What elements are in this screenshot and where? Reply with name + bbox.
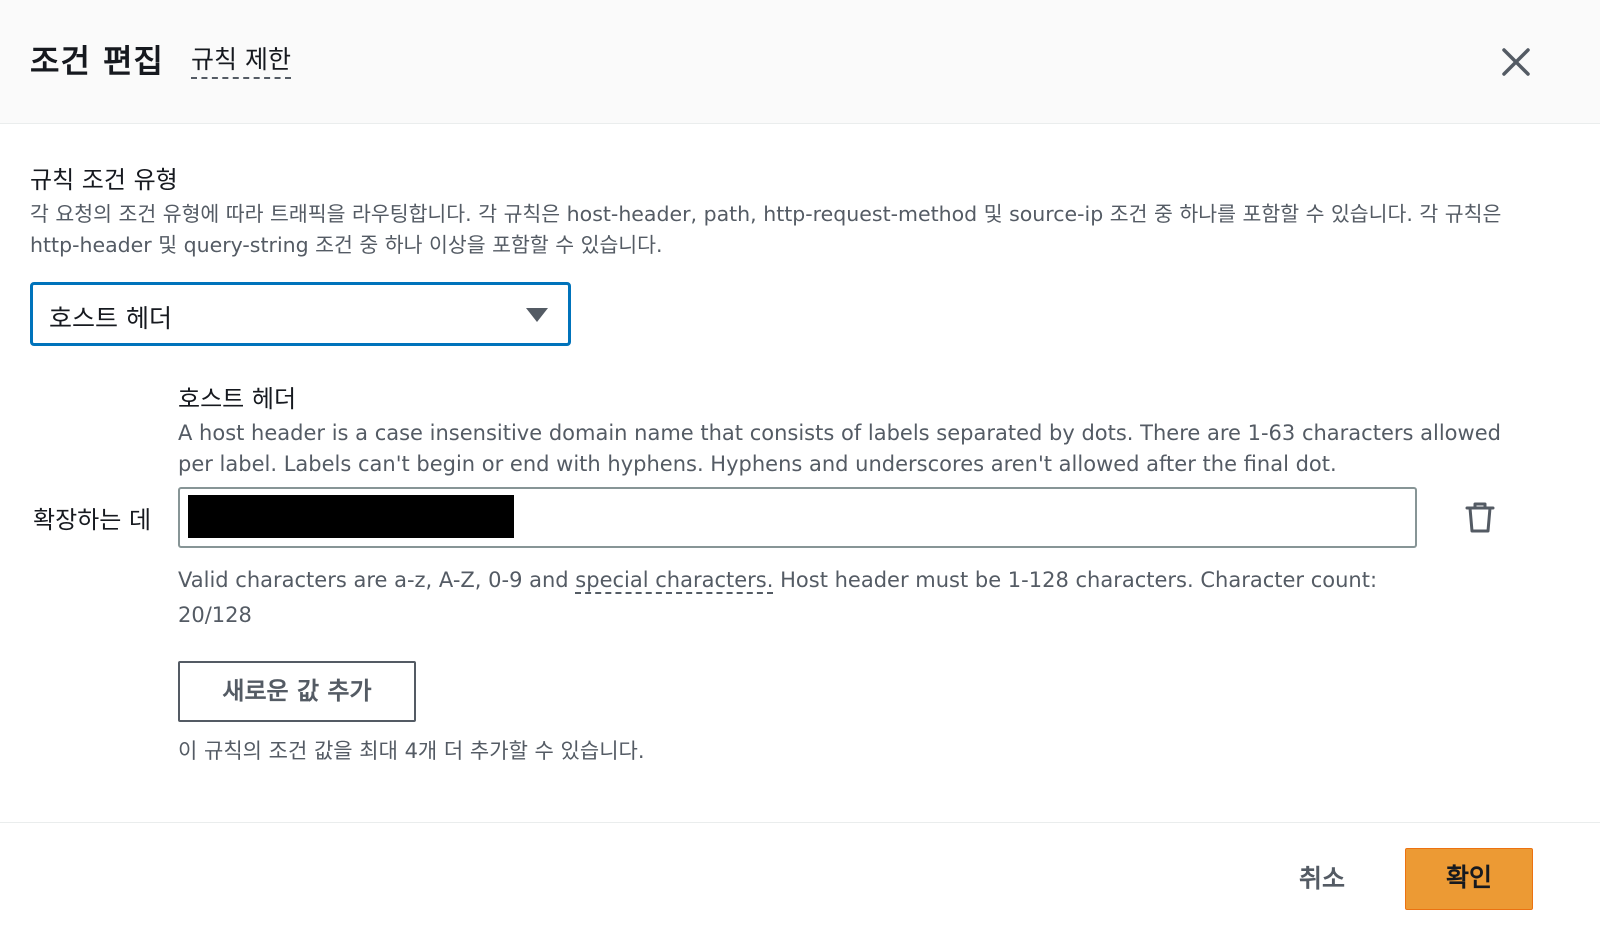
host-header-value-input[interactable] (178, 487, 1417, 548)
close-button[interactable] (1494, 40, 1538, 84)
constraint-prefix: Valid characters are a-z, A-Z, 0-9 and (178, 568, 576, 592)
modal-header: 조건 편집 규칙 제한 (0, 0, 1600, 124)
condition-type-select[interactable]: 호스트 헤더 (30, 282, 571, 346)
host-header-constraint: Valid characters are a-z, A-Z, 0-9 and s… (178, 563, 1378, 633)
remove-value-button[interactable] (1460, 498, 1500, 538)
value-row-label: 확장하는 데 (33, 506, 152, 534)
host-header-description: A host header is a case insensitive doma… (178, 421, 1501, 476)
close-icon (1502, 48, 1530, 76)
cancel-button[interactable]: 취소 (1299, 859, 1345, 895)
caret-down-icon (526, 308, 548, 322)
special-characters-link[interactable]: special characters. (575, 568, 774, 594)
modal-footer: 취소 확인 (0, 822, 1600, 951)
condition-type-description: 각 요청의 조건 유형에 따라 트래픽을 라우팅합니다. 각 규칙은 host-… (30, 202, 1502, 257)
rule-limits-link[interactable]: 규칙 제한 (191, 45, 291, 79)
host-header-label: 호스트 헤더 (178, 385, 297, 413)
condition-type-selected-value: 호스트 헤더 (49, 304, 172, 333)
add-new-value-button[interactable]: 새로운 값 추가 (178, 661, 416, 722)
modal-title: 조건 편집 (30, 42, 164, 80)
redacted-value (188, 495, 514, 538)
condition-type-label: 규칙 조건 유형 (30, 166, 178, 194)
confirm-button[interactable]: 확인 (1405, 848, 1533, 910)
trash-icon (1465, 502, 1495, 533)
add-value-hint: 이 규칙의 조건 값을 최대 4개 더 추가할 수 있습니다. (178, 739, 645, 763)
